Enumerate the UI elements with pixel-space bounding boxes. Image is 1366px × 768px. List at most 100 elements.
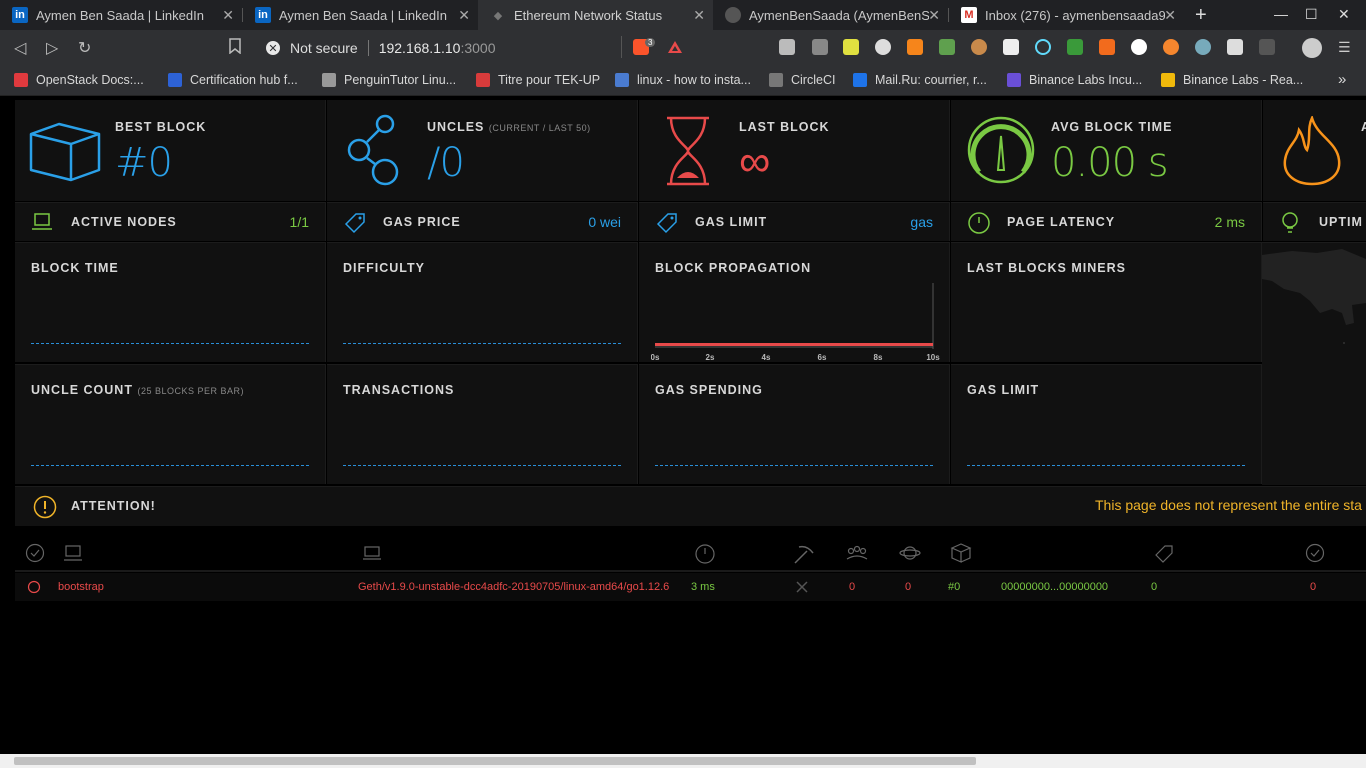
- check-circle-icon[interactable]: [25, 543, 45, 563]
- close-icon[interactable]: ✕: [1164, 7, 1176, 24]
- check-circle-icon[interactable]: [1305, 543, 1325, 563]
- bookmark-label: Binance Labs - Rea...: [1183, 73, 1304, 87]
- address-bar[interactable]: ✕ Not secure 192.168.1.10 :3000: [266, 37, 496, 59]
- tab-ethereum-status[interactable]: ◆ Ethereum Network Status ✕: [478, 0, 713, 30]
- close-icon[interactable]: ✕: [458, 7, 470, 24]
- bookmark-label: OpenStack Docs:...: [36, 73, 144, 87]
- bookmark-label: Certification hub f...: [190, 73, 298, 87]
- tab-github[interactable]: AymenBenSaada (AymenBenSaa ✕: [713, 0, 948, 30]
- close-window-icon[interactable]: ✕: [1338, 6, 1350, 23]
- react-icon[interactable]: [1035, 39, 1051, 55]
- last-blocks-miners-box: LAST BLOCKS MINERS: [951, 242, 1262, 362]
- gas-limit-title: GAS LIMIT: [695, 215, 768, 229]
- extension-box-icon[interactable]: [1227, 39, 1243, 55]
- scrollbar-thumb[interactable]: [14, 757, 976, 765]
- bookmark-item[interactable]: linux - how to insta...: [615, 73, 751, 87]
- cookie-icon[interactable]: [971, 39, 987, 55]
- extension-n-icon[interactable]: [843, 39, 859, 55]
- ethstats-dashboard: BEST BLOCK #0 UNCLES (CURRENT / LAST 50)…: [15, 100, 1366, 768]
- tick-label: 8s: [874, 353, 883, 362]
- horizontal-scrollbar[interactable]: [0, 754, 1366, 768]
- cube-icon: [29, 122, 101, 182]
- reload-icon[interactable]: ↻: [78, 38, 91, 58]
- peers-icon[interactable]: [845, 543, 869, 563]
- uncles-box: UNCLES (CURRENT / LAST 50) /0: [327, 100, 638, 201]
- bookmark-item[interactable]: Mail.Ru: courrier, r...: [853, 73, 987, 87]
- bookmark-item[interactable]: Binance Labs Incu...: [1007, 73, 1142, 87]
- warning-icon: [33, 495, 57, 519]
- close-icon[interactable]: ✕: [928, 7, 940, 24]
- bookmark-favicon: [322, 73, 336, 87]
- hourglass-icon: [667, 116, 709, 186]
- avg-block-time-box: AVG BLOCK TIME 0.00 s: [951, 100, 1262, 201]
- more-bookmarks-button[interactable]: »: [1338, 71, 1346, 88]
- latency-timer-icon[interactable]: [694, 543, 716, 565]
- extension-cube-icon[interactable]: [779, 39, 795, 55]
- node-name-icon[interactable]: [63, 543, 83, 563]
- difficulty-title: DIFFICULTY: [343, 261, 425, 275]
- close-icon[interactable]: ✕: [693, 7, 705, 24]
- extension-grid-icon[interactable]: [1259, 39, 1275, 55]
- gas-tag-icon[interactable]: [1153, 543, 1175, 565]
- extension-ghost-icon[interactable]: [1131, 39, 1147, 55]
- profile-avatar-icon[interactable]: [1302, 38, 1322, 58]
- extension-green-icon[interactable]: [1067, 39, 1083, 55]
- extension-face-icon[interactable]: [1003, 39, 1019, 55]
- bookmark-item[interactable]: Titre pour TEK-UP: [476, 73, 600, 87]
- uncles-title: UNCLES (CURRENT / LAST 50): [427, 120, 591, 134]
- not-mining-icon: [796, 581, 808, 593]
- brave-rewards-icon[interactable]: [667, 39, 683, 55]
- bookmark-item[interactable]: Certification hub f...: [168, 73, 298, 87]
- tab-label: Inbox (276) - aymenbensaada96: [985, 7, 1165, 23]
- github-icon: [725, 7, 741, 23]
- node-block: #0: [948, 581, 961, 593]
- extension-eyes-icon[interactable]: [1195, 39, 1211, 55]
- gas-limit-value: gas: [910, 214, 933, 230]
- bookmark-item[interactable]: PenguinTutor Linu...: [322, 73, 456, 87]
- maximize-icon[interactable]: ☐: [1305, 6, 1318, 23]
- tick-label: 0s: [651, 353, 660, 362]
- close-icon[interactable]: ✕: [222, 7, 234, 24]
- block-cube-icon[interactable]: [950, 543, 972, 563]
- tab-label: Ethereum Network Status: [514, 7, 663, 23]
- bookmark-label: Titre pour TEK-UP: [498, 73, 601, 87]
- nodejs-icon[interactable]: [939, 39, 955, 55]
- node-uptime: 0: [1310, 581, 1317, 593]
- node-name: bootstrap: [58, 581, 104, 593]
- forward-icon[interactable]: ▷: [46, 38, 58, 58]
- minimize-icon[interactable]: —: [1274, 6, 1288, 22]
- metamask-icon[interactable]: [907, 39, 923, 55]
- uncles-icon: [347, 114, 399, 186]
- bookmark-label: linux - how to insta...: [637, 73, 751, 87]
- bookmark-item[interactable]: Binance Labs - Rea...: [1161, 73, 1303, 87]
- security-label: Not secure: [290, 40, 358, 56]
- bookmark-icon[interactable]: [229, 38, 241, 59]
- node-latency: 3 ms: [691, 581, 715, 593]
- node-pending: 0: [905, 581, 912, 593]
- new-tab-button[interactable]: +: [1195, 4, 1207, 27]
- bookmark-item[interactable]: OpenStack Docs:...: [14, 73, 144, 87]
- pending-tx-icon[interactable]: [899, 543, 921, 563]
- tab-linkedin-2[interactable]: in Aymen Ben Saada | LinkedIn ✕: [243, 0, 478, 30]
- transactions-title: TRANSACTIONS: [343, 383, 455, 397]
- tab-gmail[interactable]: M Inbox (276) - aymenbensaada96 ✕: [949, 0, 1184, 30]
- pickaxe-icon[interactable]: [793, 543, 815, 565]
- extension-off-icon[interactable]: [812, 39, 828, 55]
- tab-linkedin-1[interactable]: in Aymen Ben Saada | LinkedIn ✕: [0, 0, 242, 30]
- extension-ball-icon[interactable]: [1163, 39, 1179, 55]
- node-client: Geth/v1.9.0-unstable-dcc4adfc-20190705/l…: [358, 581, 670, 593]
- table-row[interactable]: bootstrap Geth/v1.9.0-unstable-dcc4adfc-…: [15, 573, 1366, 601]
- extension-orange-icon[interactable]: [1099, 39, 1115, 55]
- extension-dots-icon[interactable]: [875, 39, 891, 55]
- back-icon[interactable]: ◁: [14, 38, 26, 58]
- block-time-title: BLOCK TIME: [31, 261, 119, 275]
- partial-stat-title: A: [1361, 120, 1366, 134]
- bookmark-item[interactable]: CircleCI: [769, 73, 835, 87]
- menu-icon[interactable]: ☰: [1338, 39, 1351, 56]
- node-difficulty: 0: [1151, 581, 1158, 593]
- client-type-icon[interactable]: [362, 543, 382, 563]
- url-port: :3000: [460, 40, 496, 56]
- laptop-icon: [32, 213, 52, 230]
- uptime-box: UPTIM: [1263, 202, 1366, 241]
- block-time-chart: BLOCK TIME: [15, 242, 326, 362]
